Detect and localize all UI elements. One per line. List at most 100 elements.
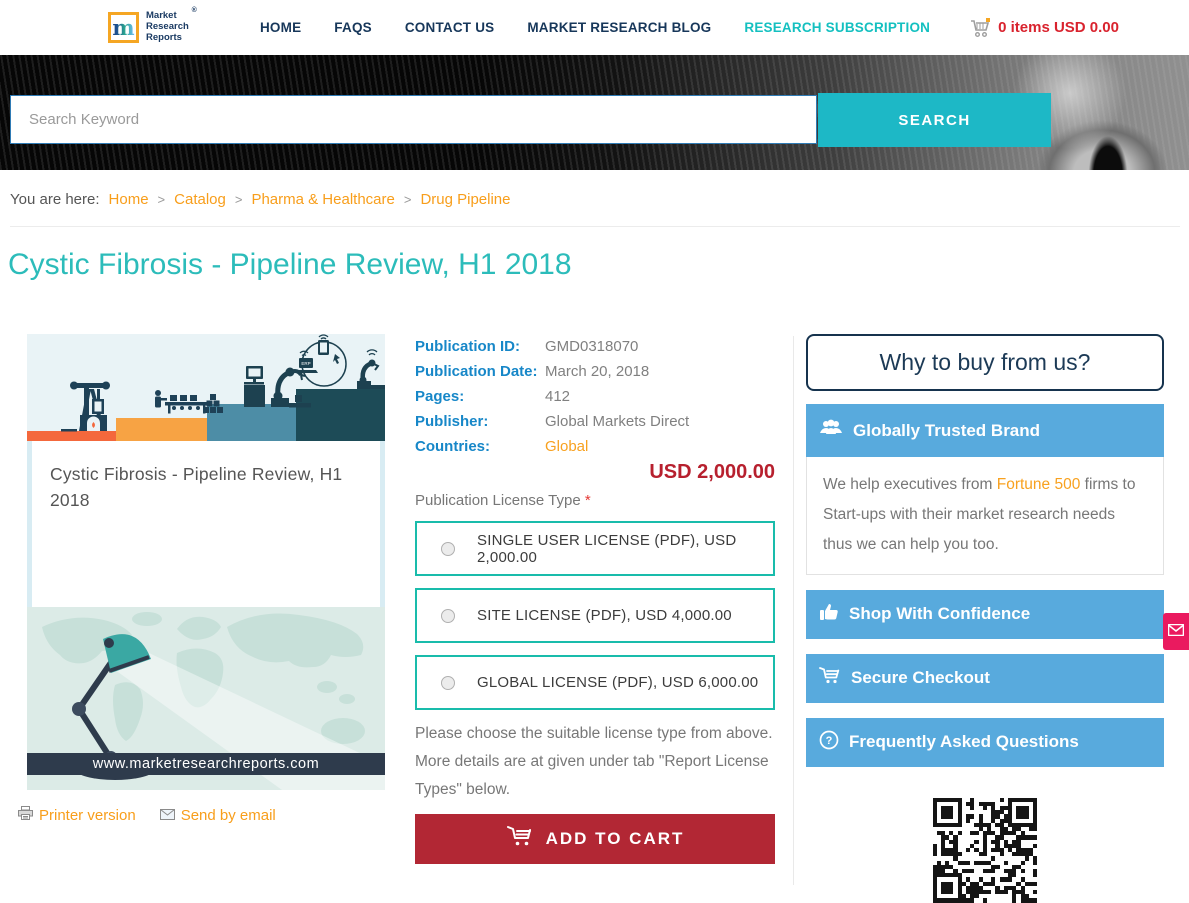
breadcrumb-separator: > [234,192,243,207]
site-logo[interactable]: m ® Market Research Reports [108,7,197,44]
send-by-email-label: Send by email [180,806,276,824]
license-heading-text: Publication License Type [415,492,581,509]
detail-value: March 20, 2018 [545,363,650,380]
detail-value: 412 [545,388,571,405]
nav-home[interactable]: HOME [260,20,301,35]
product-price: USD 2,000.00 [649,461,775,483]
license-option-global[interactable]: GLOBAL LICENSE (PDF), USD 6,000.00 [415,655,775,710]
license-option-label: SINGLE USER LICENSE (PDF), USD 2,000.00 [477,531,737,566]
breadcrumb-home[interactable]: Home [109,191,149,208]
fortune-500-link[interactable]: Fortune 500 [997,476,1081,493]
product-column: ERP Cystic Fibrosis - Pipeline Review, H… [18,334,385,824]
add-to-cart-button[interactable]: ADD TO CART [415,813,775,864]
details-column: Publication ID: GMD0318070 Publication D… [415,334,775,864]
search-button[interactable]: SEARCH [818,93,1051,147]
product-cover-image: ERP Cystic Fibrosis - Pipeline Review, H… [27,334,385,790]
detail-row-publication-date: Publication Date: March 20, 2018 [415,359,775,384]
sidebar-item-faq[interactable]: ? Frequently Asked Questions [806,717,1164,767]
page-title: Cystic Fibrosis - Pipeline Review, H1 20… [8,248,572,281]
breadcrumb-drug-pipeline[interactable]: Drug Pipeline [420,191,510,208]
sidebar-banner-label: Secure Checkout [851,668,990,688]
radio-button[interactable] [441,675,455,690]
cart-icon-white [506,824,534,853]
question-circle-icon: ? [819,730,839,755]
users-icon [819,419,843,442]
sidebar-banner-label: Frequently Asked Questions [849,732,1079,752]
printer-version-link[interactable]: Printer version [18,806,136,824]
add-to-cart-label: ADD TO CART [545,828,685,848]
license-option-single-user[interactable]: SINGLE USER LICENSE (PDF), USD 2,000.00 [415,521,775,576]
detail-label: Publication ID: [415,338,520,355]
breadcrumb-separator: > [403,192,412,207]
search-input[interactable] [10,95,817,144]
detail-label: Pages: [415,388,465,405]
top-header: m ® Market Research Reports HOME FAQS CO… [0,0,1189,55]
detail-value: Global Markets Direct [545,413,690,430]
hero-search-banner: SEARCH [0,55,1189,170]
detail-label: Countries: [415,438,490,455]
breadcrumb: You are here: Home > Catalog > Pharma & … [10,191,511,208]
detail-row-pages: Pages: 412 [415,384,775,409]
license-option-label: SITE LICENSE (PDF), USD 4,000.00 [477,607,732,624]
cover-website-bar: www.marketresearchreports.com [27,753,385,775]
logo-mark-box: m [108,11,139,43]
why-to-buy-box: Why to buy from us? [806,334,1164,391]
sidebar-item-secure-checkout[interactable]: Secure Checkout [806,653,1164,703]
main-nav: HOME FAQS CONTACT US MARKET RESEARCH BLO… [260,20,930,35]
breadcrumb-prefix: You are here: [10,191,100,208]
countries-link[interactable]: Global [545,434,588,459]
cover-map-panel: www.marketresearchreports.com [27,607,385,790]
required-asterisk: * [584,492,591,509]
sidebar-item-globally-trusted-brand[interactable]: Globally Trusted Brand [806,404,1164,457]
cover-title: Cystic Fibrosis - Pipeline Review, H1 20… [50,464,343,511]
erp-label: ERP [301,361,310,366]
email-share-tab[interactable] [1163,613,1189,650]
license-note: Please choose the suitable license type … [415,725,773,798]
header-cart[interactable]: 0 items USD 0.00 [970,17,1119,38]
sidebar-banner-label: Globally Trusted Brand [853,420,1041,440]
license-option-site[interactable]: SITE LICENSE (PDF), USD 4,000.00 [415,588,775,643]
send-by-email-link[interactable]: Send by email [159,806,276,824]
detail-label: Publisher: [415,413,489,430]
column-divider [793,336,794,885]
divider [10,226,1180,227]
detail-value: GMD0318070 [545,338,639,355]
industry-illustration: ERP [27,334,385,441]
cart-summary: 0 items USD 0.00 [998,19,1119,36]
trusted-text-prefix: We help executives from [823,476,997,493]
thumbs-up-icon [819,602,839,626]
sidebar-item-shop-with-confidence[interactable]: Shop With Confidence [806,589,1164,639]
cart-icon-sidebar [819,666,841,690]
nav-faqs[interactable]: FAQS [334,20,372,35]
envelope-icon [1167,623,1185,641]
license-type-heading: Publication License Type * [415,492,775,509]
svg-text:?: ? [826,735,833,747]
printer-version-label: Printer version [39,806,136,824]
detail-row-publication-id: Publication ID: GMD0318070 [415,334,775,359]
trusted-brand-text: We help executives from Fortune 500 firm… [806,457,1164,575]
registered-mark: ® [191,7,197,15]
cart-icon [970,17,992,38]
product-actions: Printer version Send by email [18,806,385,824]
breadcrumb-pharma-healthcare[interactable]: Pharma & Healthcare [251,191,394,208]
breadcrumb-catalog[interactable]: Catalog [174,191,226,208]
printer-icon [18,806,33,824]
nav-contact-us[interactable]: CONTACT US [405,20,495,35]
license-option-label: GLOBAL LICENSE (PDF), USD 6,000.00 [477,674,759,691]
email-icon [159,807,175,824]
detail-row-publisher: Publisher: Global Markets Direct [415,409,775,434]
nav-market-research-blog[interactable]: MARKET RESEARCH BLOG [527,20,711,35]
radio-button[interactable] [441,608,455,623]
qr-code [932,797,1038,903]
sidebar-banner-label: Shop With Confidence [849,604,1031,624]
detail-label: Publication Date: [415,363,538,380]
radio-button[interactable] [441,541,455,556]
breadcrumb-separator: > [157,192,166,207]
logo-m-glyph: m [112,14,135,40]
logo-wordmark: ® Market Research Reports [146,7,197,44]
logo-line-3: Reports [146,31,182,43]
nav-research-subscription[interactable]: RESEARCH SUBSCRIPTION [744,20,930,35]
cover-title-panel: Cystic Fibrosis - Pipeline Review, H1 20… [27,441,385,607]
sidebar-column: Why to buy from us? Globally Trusted Bra… [806,334,1164,903]
detail-row-countries: Countries: Global [415,434,775,459]
